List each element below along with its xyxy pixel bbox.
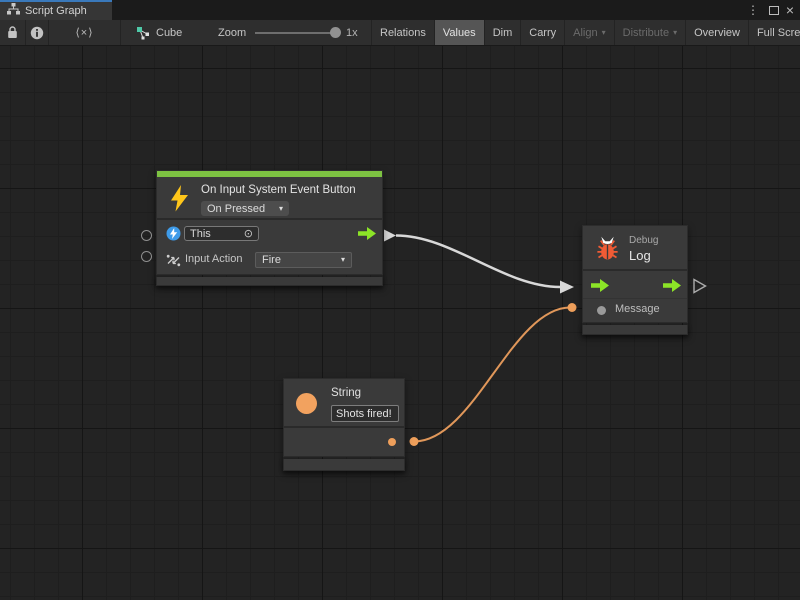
debug-message-row: Message xyxy=(583,299,687,322)
target-picker-icon: ⊙ xyxy=(244,227,253,240)
dim-button[interactable]: Dim xyxy=(484,20,521,45)
maximize-icon xyxy=(769,6,779,15)
lock-icon xyxy=(7,26,18,39)
zoom-slider-track[interactable] xyxy=(255,32,340,34)
distribute-button[interactable]: Distribute ▾ xyxy=(614,20,685,45)
input-action-row: Input Action Fire ▾ xyxy=(157,247,382,274)
input-action-dropdown[interactable]: Fire ▾ xyxy=(255,252,352,268)
input-action-icon xyxy=(166,253,181,273)
exec-connection-wire[interactable] xyxy=(396,236,560,288)
string-node-main: String Shots fired! xyxy=(283,378,405,457)
toolbar: ⟨×⟩ Cube Zoom 1x Relations Values Dim Ca… xyxy=(0,20,800,46)
chevron-down-icon: ▾ xyxy=(341,256,345,264)
script-graph-window: Script Graph ⋮ × ⟨×⟩ xyxy=(0,0,800,600)
string-node-body xyxy=(284,428,404,456)
event-node-footer xyxy=(156,277,383,286)
toolbar-toggle-group: Relations Values Dim Carry Align ▾ Distr… xyxy=(371,20,800,45)
graph-tab-icon xyxy=(7,2,20,20)
string-output-port[interactable] xyxy=(388,438,396,446)
debug-node-title: Log xyxy=(629,248,651,263)
carry-button[interactable]: Carry xyxy=(520,20,564,45)
event-node-header: On Input System Event Button On Pressed … xyxy=(157,177,382,220)
graph-canvas[interactable]: On Input System Event Button On Pressed … xyxy=(0,46,800,600)
zoom-value: 1x xyxy=(346,20,358,45)
info-icon xyxy=(30,26,44,40)
orange-wire-end-dot[interactable] xyxy=(568,303,577,312)
zoom-label: Zoom xyxy=(218,20,246,45)
string-type-icon xyxy=(296,393,317,414)
string-value-field[interactable]: Shots fired! xyxy=(331,405,399,422)
white-wire-start-arrow[interactable] xyxy=(384,230,396,242)
this-value-field[interactable]: This ⊙ xyxy=(184,226,259,241)
debug-bug-icon xyxy=(594,235,621,267)
code-preview-button[interactable]: ⟨×⟩ xyxy=(49,20,121,45)
input-action-label: Input Action xyxy=(185,253,243,265)
lightning-bolt-icon xyxy=(168,185,191,217)
window-menu-button[interactable]: ⋮ xyxy=(746,0,760,20)
chevron-down-icon: ▾ xyxy=(602,29,606,37)
tab-title: Script Graph xyxy=(25,5,87,17)
event-node-main: On Input System Event Button On Pressed … xyxy=(156,170,383,275)
string-node-footer xyxy=(283,459,405,471)
event-node-title: On Input System Event Button xyxy=(201,184,356,196)
chevron-down-icon: ▾ xyxy=(279,205,283,213)
string-node-header: String Shots fired! xyxy=(284,379,404,428)
lock-button[interactable] xyxy=(0,20,26,45)
debug-node-main: Debug Log xyxy=(582,225,688,323)
tab-bar: Script Graph ⋮ × xyxy=(0,0,800,20)
align-button[interactable]: Align ▾ xyxy=(564,20,613,45)
relations-button[interactable]: Relations xyxy=(371,20,434,45)
overview-button[interactable]: Overview xyxy=(685,20,748,45)
this-input-port[interactable] xyxy=(141,230,152,241)
event-trigger-output-port[interactable] xyxy=(358,227,376,245)
window-close-button[interactable]: × xyxy=(782,0,798,20)
input-action-port[interactable] xyxy=(141,251,152,262)
info-button[interactable] xyxy=(26,20,49,45)
string-connection-wire[interactable] xyxy=(414,308,570,442)
window-maximize-button[interactable] xyxy=(766,0,782,20)
debug-node-footer xyxy=(582,325,688,335)
tab-script-graph[interactable]: Script Graph xyxy=(0,0,112,20)
exit-stub-triangle-icon[interactable] xyxy=(692,278,708,299)
white-wire-end-arrow xyxy=(560,281,574,294)
debug-exec-row xyxy=(583,271,687,299)
debug-exit-port[interactable] xyxy=(663,279,681,297)
script-graph-icon xyxy=(136,26,150,40)
graph-target-ref[interactable]: Cube xyxy=(136,20,196,45)
message-input-port[interactable] xyxy=(597,306,606,315)
full-screen-button[interactable]: Full Screen xyxy=(748,20,800,45)
event-node-body: This ⊙ xyxy=(157,220,382,274)
message-label: Message xyxy=(615,303,660,315)
gameobject-bolt-icon xyxy=(166,226,181,246)
this-port-row: This ⊙ xyxy=(157,220,382,247)
node-string-literal[interactable]: String Shots fired! xyxy=(283,378,405,471)
debug-node-category: Debug xyxy=(629,235,658,246)
string-node-title: String xyxy=(331,387,361,399)
orange-wire-start-dot[interactable] xyxy=(410,437,419,446)
graph-target-label: Cube xyxy=(156,27,182,39)
debug-enter-port[interactable] xyxy=(591,279,609,297)
node-debug-log[interactable]: Debug Log xyxy=(582,225,688,335)
values-button[interactable]: Values xyxy=(434,20,484,45)
node-on-input-system-event-button[interactable]: On Input System Event Button On Pressed … xyxy=(156,170,383,286)
zoom-slider-handle[interactable] xyxy=(330,27,341,38)
event-type-dropdown[interactable]: On Pressed ▾ xyxy=(201,201,289,216)
chevron-down-icon: ▾ xyxy=(673,29,677,37)
debug-node-header: Debug Log xyxy=(583,226,687,271)
